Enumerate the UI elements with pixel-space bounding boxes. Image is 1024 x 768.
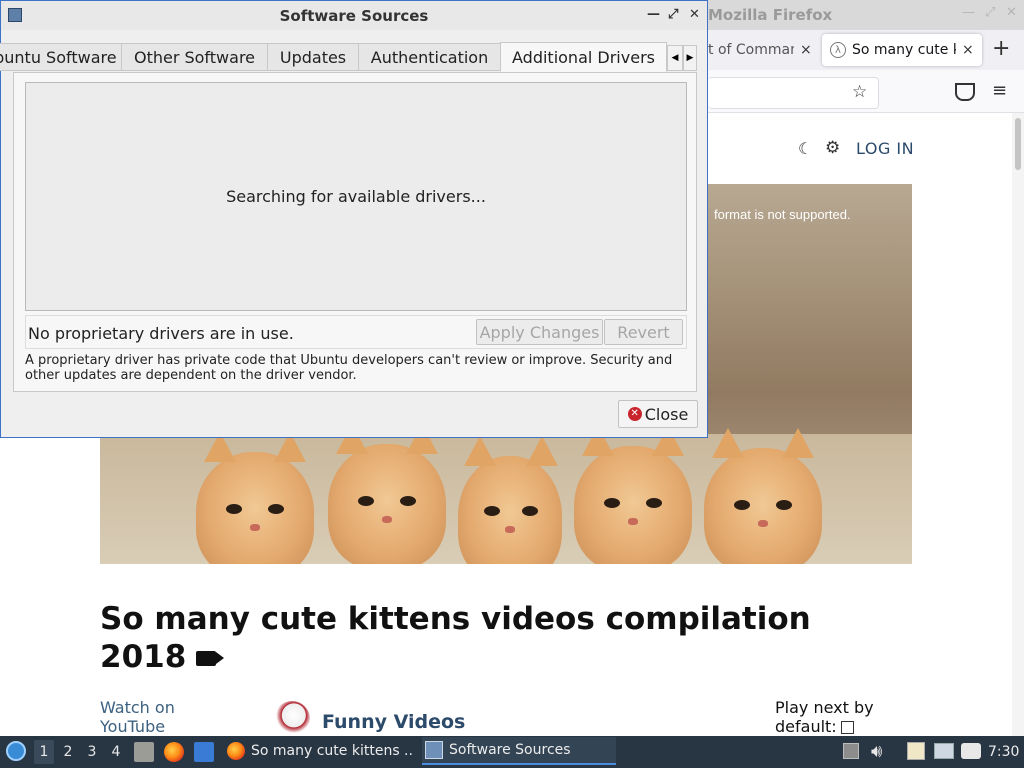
settings-gear-icon[interactable]: ⚙ [825, 138, 840, 158]
channel-avatar[interactable] [274, 701, 310, 737]
tab-label: Updates [279, 47, 347, 67]
tab-label: Additional Drivers [512, 47, 655, 67]
close-icon[interactable]: ✕ [1006, 5, 1017, 20]
kitten-image [574, 426, 692, 564]
tray-indicator-icon[interactable] [843, 743, 859, 759]
minimize-icon[interactable]: — [962, 5, 975, 20]
browser-tab-label: t of Command [708, 42, 794, 58]
dark-mode-moon-icon[interactable]: ☾ [798, 139, 812, 158]
driver-status-text: No proprietary drivers are in use. [28, 324, 294, 343]
hamburger-menu-icon[interactable]: ≡ [992, 80, 1007, 101]
tab-updates[interactable]: Updates [267, 43, 359, 71]
task-label: Software Sources [449, 742, 571, 758]
network-icon[interactable] [934, 743, 954, 759]
autoplay-option: Play next by default: [775, 698, 885, 736]
maximize-icon[interactable]: ⤢ [668, 7, 678, 22]
firefox-icon [227, 742, 245, 760]
clock[interactable]: 7:30 [988, 744, 1019, 760]
apply-changes-button[interactable]: Apply Changes [476, 319, 603, 345]
clipboard-icon[interactable] [907, 742, 925, 760]
close-button-label: Close [644, 404, 689, 424]
revert-button[interactable]: Revert [604, 319, 683, 345]
scrollbar-thumb[interactable] [1015, 118, 1021, 170]
start-menu-icon[interactable] [6, 741, 26, 761]
maximize-icon[interactable]: ⤢ [985, 5, 995, 20]
software-sources-icon [425, 741, 443, 759]
workspace-3[interactable]: 3 [82, 744, 102, 760]
pocket-icon[interactable] [955, 83, 975, 101]
site-favicon-icon: λ [830, 42, 846, 58]
login-link[interactable]: LOG IN [856, 139, 914, 158]
video-title: So many cute kittens videos compilation … [100, 600, 900, 676]
file-manager-icon[interactable] [134, 742, 154, 762]
video-camera-icon [196, 651, 225, 666]
video-error-message: format is not supported. [714, 207, 851, 222]
tab-ubuntu-software[interactable]: Ubuntu Software [0, 43, 122, 71]
taskbar-task-software-sources[interactable]: Software Sources [422, 737, 616, 765]
tab-authentication[interactable]: Authentication [358, 43, 501, 71]
tab-label: Authentication [370, 47, 489, 67]
taskbar-task-firefox[interactable]: So many cute kittens ... [224, 737, 414, 765]
tab-scroll-right-icon[interactable]: ▶ [683, 45, 697, 71]
tab-close-icon[interactable]: × [800, 42, 812, 58]
tab-additional-drivers[interactable]: Additional Drivers [500, 42, 667, 72]
browser-tab[interactable]: t of Command × [708, 34, 820, 66]
minimize-icon[interactable]: — [647, 7, 660, 22]
close-button[interactable]: ✕ Close [618, 400, 698, 428]
show-desktop-icon[interactable] [194, 742, 214, 762]
firefox-window-title: Mozilla Firefox [708, 6, 833, 24]
kitten-image [458, 436, 562, 564]
firefox-launcher-icon[interactable] [164, 742, 184, 762]
watch-on-youtube-link[interactable]: Watch on YouTube [100, 698, 210, 736]
task-label: So many cute kittens ... [251, 743, 414, 759]
autoplay-checkbox[interactable] [840, 721, 854, 734]
kitten-image [196, 432, 314, 564]
tab-label: Other Software [133, 47, 256, 67]
new-tab-button[interactable]: + [992, 38, 1010, 60]
tab-scroll-left-icon[interactable]: ◀ [667, 45, 683, 71]
browser-tab-label: So many cute kittens [852, 42, 956, 58]
browser-tab-active[interactable]: λ So many cute kittens × [822, 34, 982, 66]
updates-notification-icon[interactable] [961, 743, 981, 759]
close-circle-icon: ✕ [627, 407, 642, 421]
workspace-4[interactable]: 4 [106, 744, 126, 760]
searching-drivers-text: Searching for available drivers... [226, 187, 486, 206]
tab-close-icon[interactable]: × [962, 42, 974, 58]
workspace-2[interactable]: 2 [58, 744, 78, 760]
close-icon[interactable]: ✕ [689, 7, 700, 22]
workspace-1[interactable]: 1 [34, 740, 54, 764]
bookmark-star-icon[interactable]: ☆ [852, 82, 867, 102]
dialog-tab-strip: Ubuntu Software Other Software Updates A… [0, 42, 697, 73]
autoplay-label: Play next by default: [775, 698, 874, 736]
software-sources-dialog: Software Sources — ⤢ ✕ Ubuntu Software O… [0, 0, 708, 438]
page-scrollbar[interactable] [1012, 113, 1024, 736]
dialog-title: Software Sources [279, 7, 429, 25]
kitten-image [328, 424, 446, 564]
proprietary-driver-info: A proprietary driver has private code th… [25, 353, 673, 383]
tab-label: Ubuntu Software [0, 47, 117, 67]
kitten-image [704, 428, 822, 564]
tab-other-software[interactable]: Other Software [121, 43, 268, 71]
volume-icon[interactable]: 🔊︎ [871, 741, 882, 762]
channel-name-link[interactable]: Funny Videos [322, 711, 465, 733]
